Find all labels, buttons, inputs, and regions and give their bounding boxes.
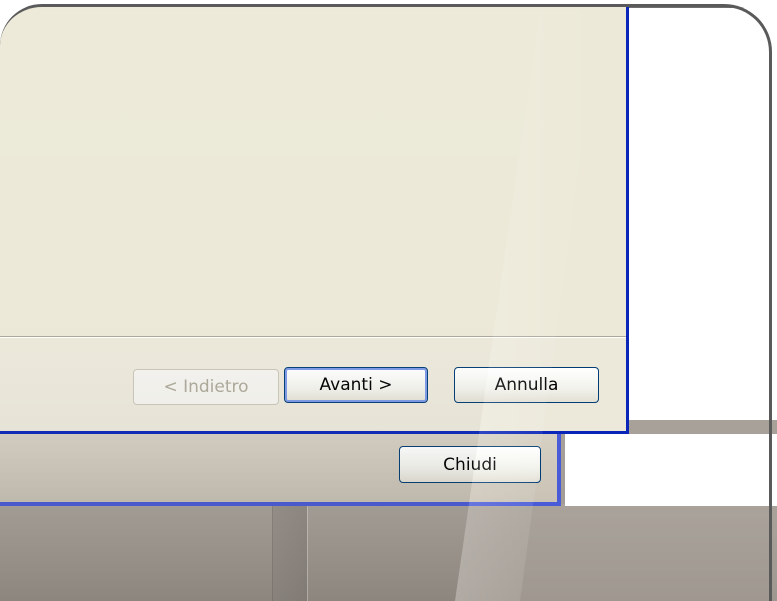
close-button[interactable]: Chiudi (399, 446, 541, 483)
next-button[interactable]: Avanti > (284, 367, 428, 403)
cancel-button[interactable]: Annulla (454, 367, 599, 403)
back-button[interactable]: < Indietro (133, 369, 279, 405)
zoomed-screenshot: Chiudi < Indietro Avanti > Annulla (0, 0, 777, 601)
outer-margin-right-lower (565, 434, 777, 506)
wizard-content-area (0, 6, 626, 336)
outer-margin-right (629, 8, 777, 420)
wizard-button-separator (0, 336, 626, 338)
desktop-divider (272, 504, 308, 601)
desktop-background (0, 504, 777, 601)
